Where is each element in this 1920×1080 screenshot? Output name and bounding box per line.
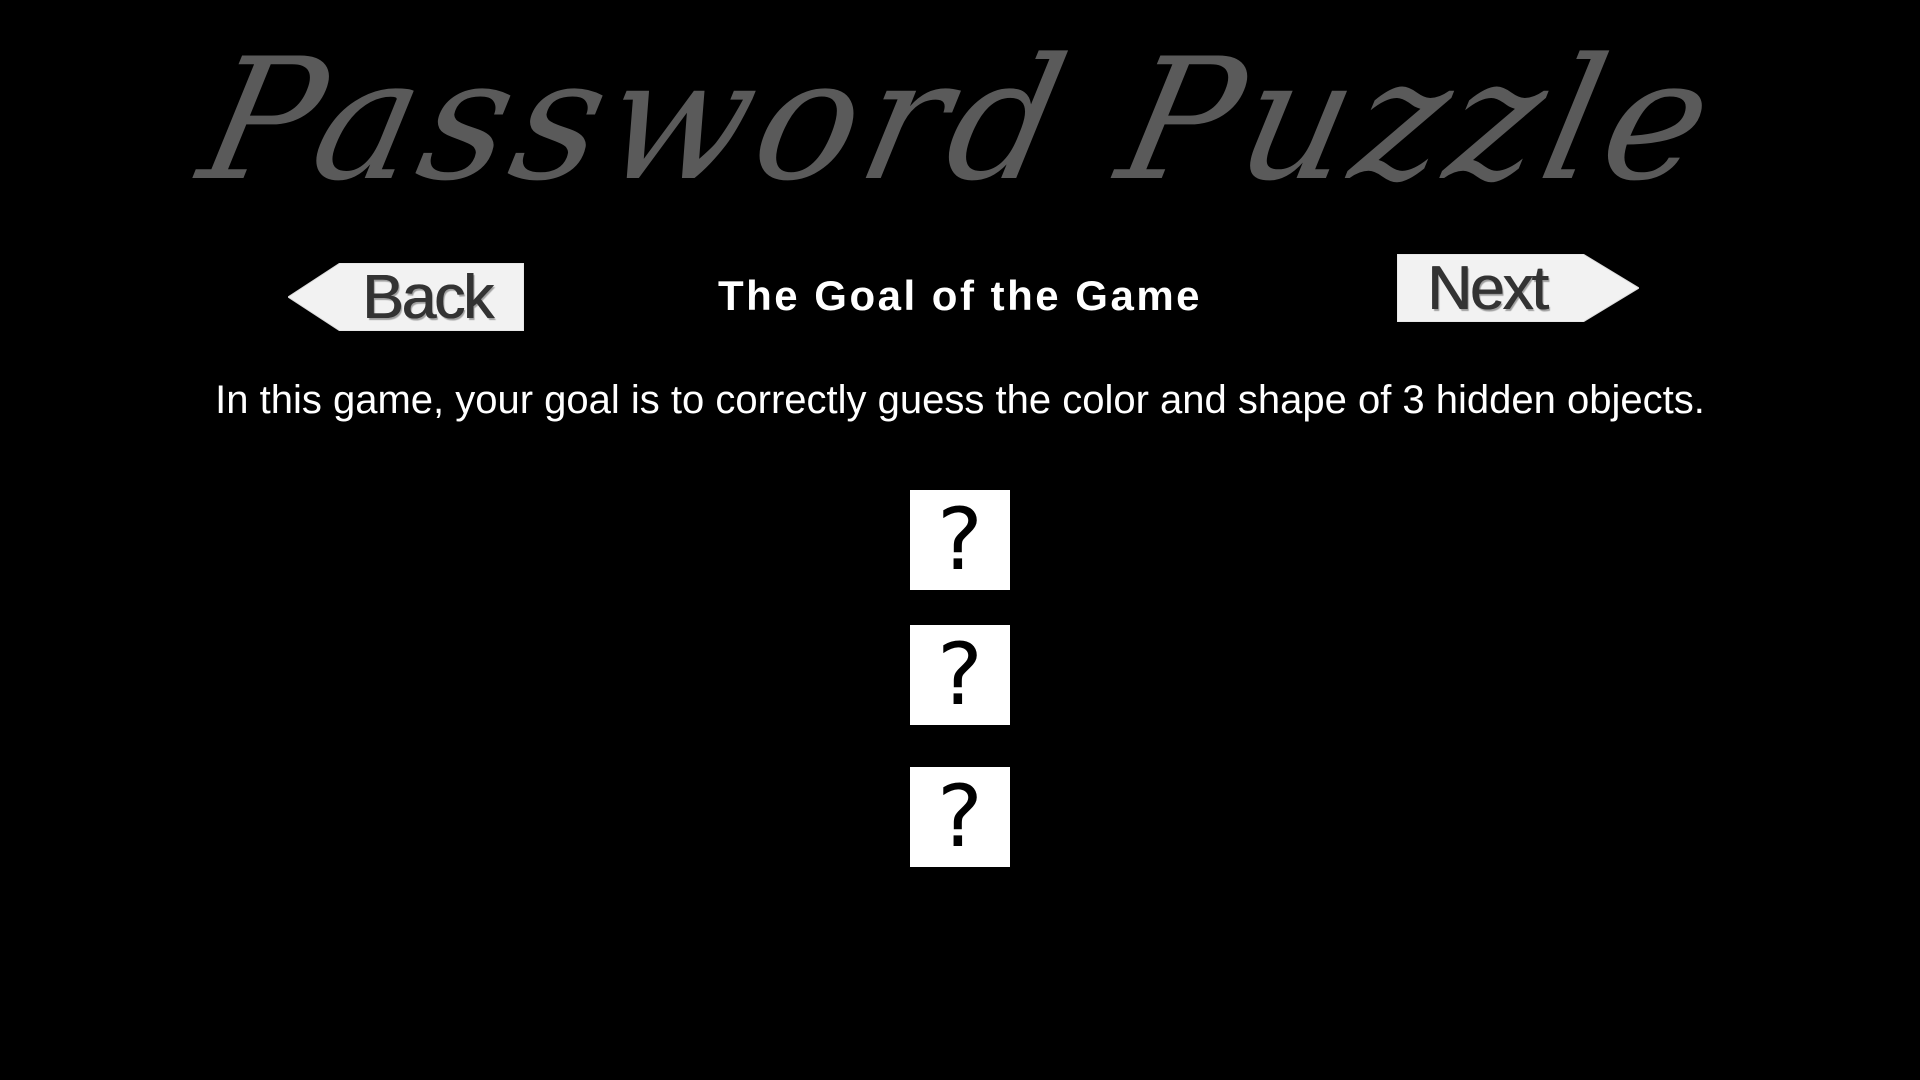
game-title: Password Puzzle: [186, 22, 1734, 218]
game-screen: Password Puzzle Back The Goal of the Gam…: [0, 0, 1920, 1080]
hidden-object-1: ?: [910, 490, 1010, 590]
next-button-label: Next: [1427, 254, 1548, 323]
hidden-object-3: ?: [910, 767, 1010, 867]
question-mark-icon: ?: [937, 490, 983, 590]
goal-description: In this game, your goal is to correctly …: [215, 378, 1705, 422]
next-button[interactable]: Next: [1397, 254, 1639, 323]
question-mark-icon: ?: [937, 767, 983, 867]
hidden-object-2: ?: [910, 625, 1010, 725]
question-mark-icon: ?: [937, 625, 983, 725]
